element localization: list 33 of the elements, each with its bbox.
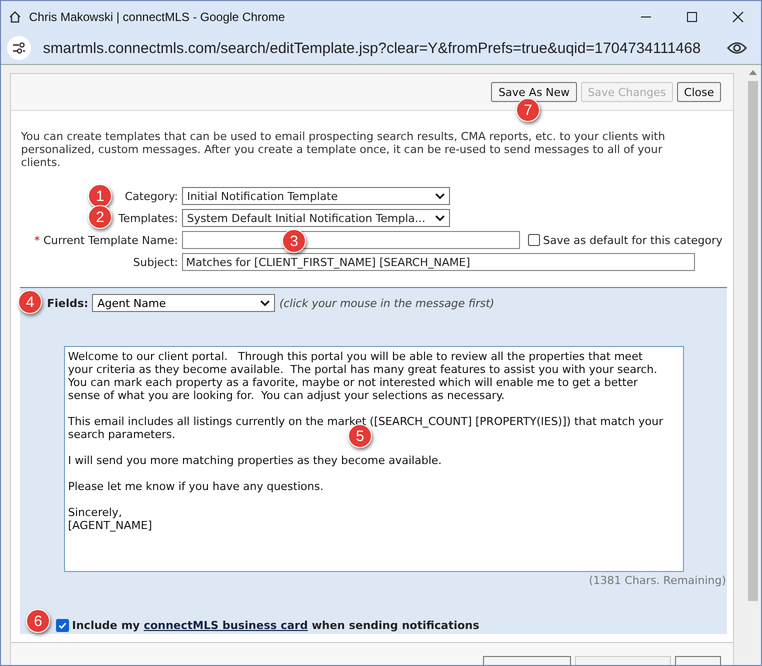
close-page-button[interactable] — [675, 656, 721, 665]
fields-label: Fields: — [47, 296, 88, 310]
eye-icon[interactable] — [727, 41, 747, 55]
intro-text: You can create templates that can be used to email prospecting search results, CMA reports, etc. to your clients with personalized, custom messages. After you create a template once, it can be re-used to send messages to all of your clients. — [20, 130, 666, 169]
template-name-label: * Current Template Name: — [34, 234, 178, 246]
save-as-new-button[interactable] — [483, 656, 571, 665]
checkbox[interactable] — [528, 234, 540, 246]
maximize-icon — [686, 10, 698, 22]
caret-icon — [435, 214, 445, 222]
fields-dropdown[interactable]: Agent Name — [92, 294, 276, 312]
house-icon — [8, 10, 22, 24]
checkbox[interactable] — [56, 619, 69, 632]
toolbar-button[interactable]: Save As New — [491, 82, 577, 102]
fields-hint: (click your mouse in the message first) — [279, 296, 494, 310]
scroll-up-icon[interactable] — [748, 70, 756, 75]
template-name-field[interactable] — [182, 231, 520, 249]
close-icon — [732, 10, 744, 22]
site-settings-icon[interactable] — [7, 36, 31, 60]
business-card-link[interactable]: connectMLS business card — [144, 619, 308, 632]
subject-field[interactable]: Matches for [CLIENT_FIRST_NAME] [SEARCH_NAME] — [182, 253, 695, 271]
caret-icon — [435, 192, 445, 200]
category-dropdown[interactable]: Initial Notification Template — [182, 187, 450, 205]
scrollbar-thumb[interactable] — [748, 81, 758, 601]
save-default-label: Save as default for this category — [543, 234, 722, 246]
toolbar-button[interactable]: Close — [677, 82, 721, 102]
category-label: Category: — [124, 190, 178, 202]
window-title: Chris Makowski | connectMLS - Google Chrome — [29, 10, 286, 24]
templates-label: Templates: — [118, 212, 178, 224]
caret-icon — [260, 300, 270, 306]
chars-remaining: (1381 Chars. Remaining) — [588, 574, 727, 587]
subject-label: Subject: — [133, 256, 178, 268]
templates-dropdown[interactable]: System Default Initial Notification Templa... — [182, 209, 450, 227]
business-card-label: Include my connectMLS business card when sending notifications — [72, 619, 480, 632]
